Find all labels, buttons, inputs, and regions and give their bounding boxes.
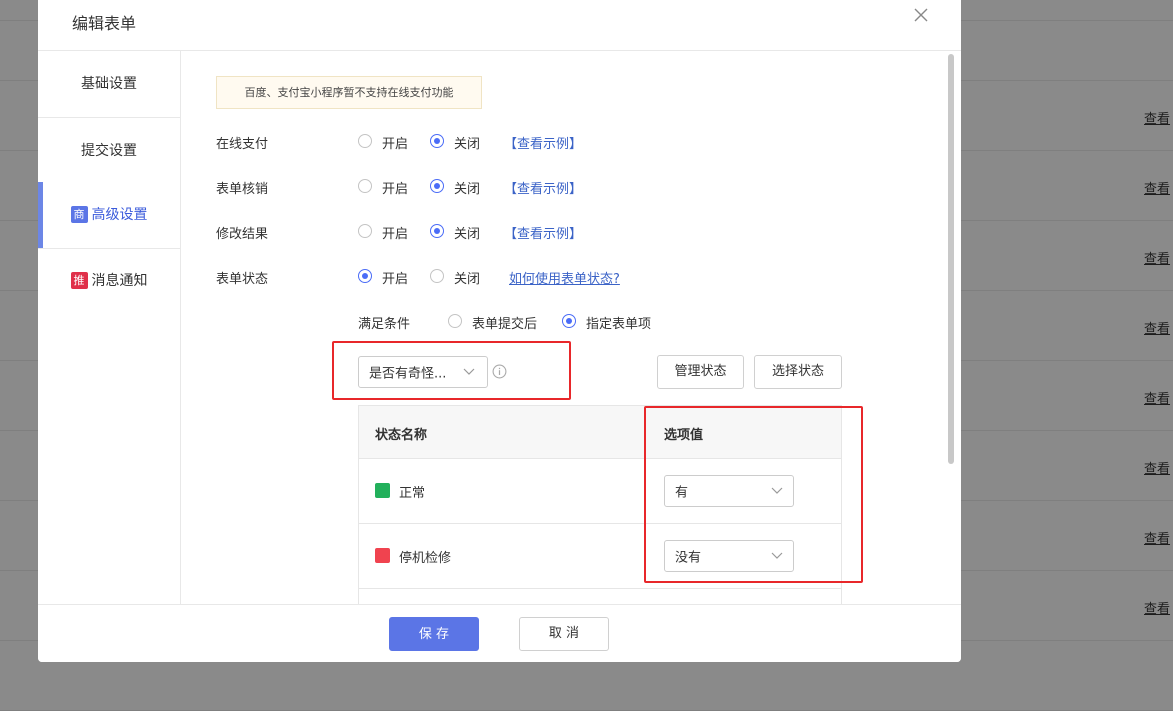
shop-badge-icon: 商 <box>70 206 88 223</box>
modify-result-label: 修改结果 <box>216 227 269 242</box>
modify-example-link[interactable]: 【查看示例】 <box>504 223 582 242</box>
settings-sidebar: 基础设置 提交设置 商高级设置 推消息通知 <box>38 51 181 604</box>
modify-off-label[interactable]: 关闭 <box>454 223 480 242</box>
background-view-link[interactable]: 查看 <box>1144 108 1170 127</box>
background-view-link[interactable]: 查看 <box>1144 318 1170 337</box>
edit-form-modal: 编辑表单 基础设置 提交设置 商高级设置 推消息通知 百度、支付宝小程序暂不支持… <box>38 0 961 662</box>
modify-on-radio[interactable] <box>358 224 372 238</box>
sidebar-item-message-notify[interactable]: 推消息通知 <box>38 248 180 314</box>
sidebar-item-label: 高级设置 <box>91 207 148 223</box>
verify-label: 表单核销 <box>216 182 269 197</box>
online-pay-label: 在线支付 <box>216 137 269 152</box>
form-status-help-link[interactable]: 如何使用表单状态? <box>509 268 620 287</box>
modify-off-radio[interactable] <box>430 224 444 238</box>
modal-title: 编辑表单 <box>72 14 137 33</box>
background-view-link[interactable]: 查看 <box>1144 388 1170 407</box>
online-pay-on-radio[interactable] <box>358 134 372 148</box>
after-submit-label[interactable]: 表单提交后 <box>472 313 537 332</box>
background-view-link[interactable]: 查看 <box>1144 598 1170 617</box>
background-view-link[interactable]: 查看 <box>1144 458 1170 477</box>
background-view-link[interactable]: 查看 <box>1144 178 1170 197</box>
condition-label: 满足条件 <box>358 317 411 332</box>
form-status-on-label[interactable]: 开启 <box>382 268 408 287</box>
sidebar-item-submit-settings[interactable]: 提交设置 <box>38 118 180 185</box>
save-button[interactable]: 保 存 <box>389 617 479 651</box>
verify-on-radio[interactable] <box>358 179 372 193</box>
online-pay-on-label[interactable]: 开启 <box>382 133 408 152</box>
payment-notice: 百度、支付宝小程序暂不支持在线支付功能 <box>216 76 482 109</box>
modify-on-label[interactable]: 开启 <box>382 223 408 242</box>
form-status-on-radio[interactable] <box>358 269 372 283</box>
form-status-label: 表单状态 <box>216 272 269 287</box>
cancel-button[interactable]: 取 消 <box>519 617 609 651</box>
specific-field-radio[interactable] <box>562 314 576 328</box>
after-submit-radio[interactable] <box>448 314 462 328</box>
highlight-box-field-select <box>332 341 571 400</box>
close-icon[interactable] <box>910 4 932 26</box>
online-pay-off-label[interactable]: 关闭 <box>454 133 480 152</box>
specific-field-label[interactable]: 指定表单项 <box>586 313 651 332</box>
modal-scrollbar[interactable] <box>947 54 955 602</box>
verify-example-link[interactable]: 【查看示例】 <box>504 178 582 197</box>
manage-status-button[interactable]: 管理状态 <box>657 355 744 389</box>
column-header-status-name: 状态名称 <box>375 428 428 443</box>
form-status-off-label[interactable]: 关闭 <box>454 268 480 287</box>
sidebar-item-label: 基础设置 <box>81 76 137 92</box>
scrollbar-thumb[interactable] <box>948 54 954 464</box>
modal-footer: 保 存 取 消 <box>38 604 961 662</box>
verify-off-radio[interactable] <box>430 179 444 193</box>
highlight-box-option-values <box>644 406 863 583</box>
choose-status-button[interactable]: 选择状态 <box>754 355 842 389</box>
status-color-swatch <box>375 483 390 498</box>
sidebar-item-advanced-settings[interactable]: 商高级设置 <box>38 182 180 249</box>
status-color-swatch <box>375 548 390 563</box>
modal-header: 编辑表单 <box>38 0 961 51</box>
sidebar-item-label: 提交设置 <box>81 143 137 159</box>
background-view-link[interactable]: 查看 <box>1144 248 1170 267</box>
online-pay-off-radio[interactable] <box>430 134 444 148</box>
verify-on-label[interactable]: 开启 <box>382 178 408 197</box>
verify-off-label[interactable]: 关闭 <box>454 178 480 197</box>
sidebar-item-basic-settings[interactable]: 基础设置 <box>38 51 180 118</box>
sidebar-item-label: 消息通知 <box>91 273 148 289</box>
form-status-off-radio[interactable] <box>430 269 444 283</box>
status-name: 停机检修 <box>399 551 452 566</box>
push-badge-icon: 推 <box>70 272 88 289</box>
online-pay-example-link[interactable]: 【查看示例】 <box>504 133 582 152</box>
background-view-link[interactable]: 查看 <box>1144 528 1170 547</box>
status-name: 正常 <box>399 486 426 501</box>
